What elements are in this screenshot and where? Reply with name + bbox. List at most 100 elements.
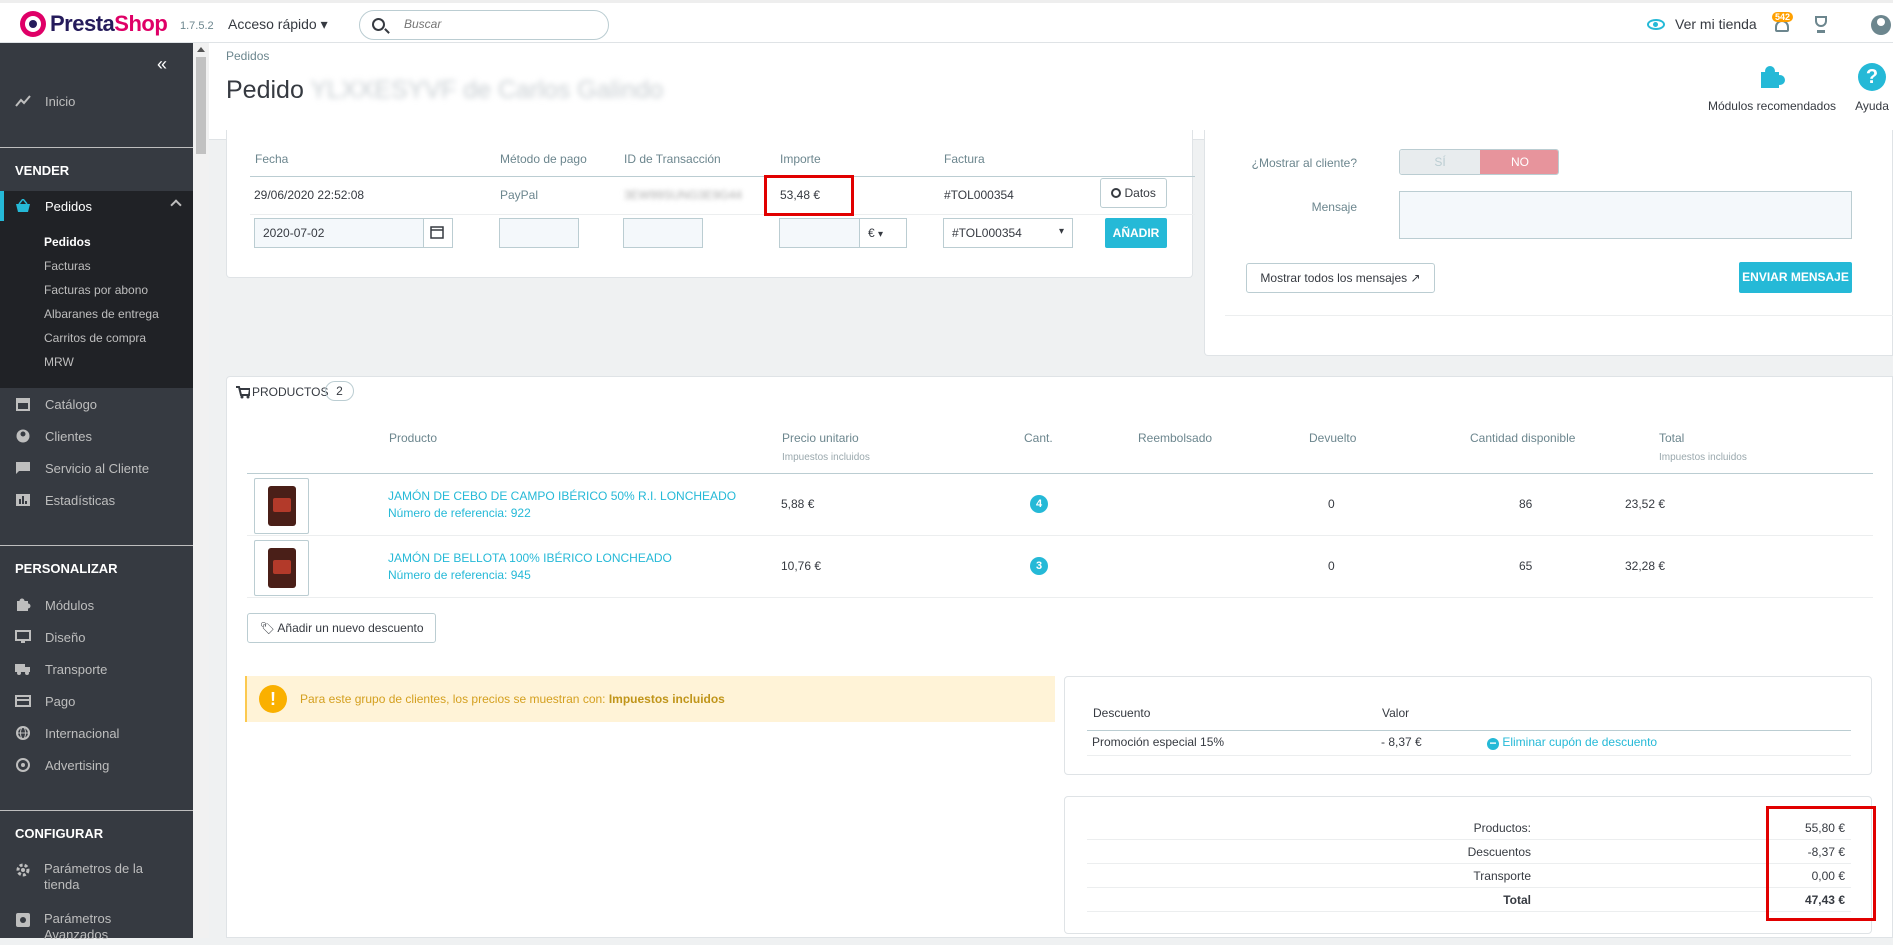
prestashop-logo[interactable]: PrestaShop bbox=[20, 11, 168, 37]
sidebar-item-clientes[interactable]: Clientes bbox=[0, 424, 193, 448]
message-textarea[interactable] bbox=[1399, 191, 1852, 239]
payment-metodo: PayPal bbox=[500, 188, 539, 202]
show-all-messages-label: Mostrar todos los mensajes bbox=[1260, 271, 1408, 285]
payment-transaccion: 3EW99SUNG3E9G44 bbox=[624, 188, 743, 202]
sidebar-item-advertising[interactable]: Advertising bbox=[0, 753, 193, 777]
totals-descuentos-label: Descuentos bbox=[1467, 845, 1531, 859]
show-customer-label: ¿Mostrar al cliente? bbox=[1251, 156, 1357, 170]
col-valor: Valor bbox=[1382, 706, 1410, 720]
sidebar-sub-facturas[interactable]: Facturas bbox=[44, 259, 91, 273]
sidebar-item-parametros-tienda[interactable]: Parámetros de la tienda bbox=[15, 861, 185, 895]
col-precio-sub: Impuestos incluidos bbox=[782, 452, 870, 463]
sidebar-item-label: Inicio bbox=[45, 93, 76, 109]
payment-amount-input[interactable] bbox=[779, 218, 861, 248]
view-store-label: Ver mi tienda bbox=[1675, 16, 1757, 32]
payment-card: Fecha Método de pago ID de Transacción I… bbox=[226, 130, 1195, 278]
chevron-down-icon: ▾ bbox=[878, 229, 884, 240]
product-qty-badge: 3 bbox=[1030, 557, 1048, 575]
sidebar-item-servicio[interactable]: Servicio al Cliente bbox=[0, 456, 193, 480]
sidebar-item-parametros-avanzados[interactable]: Parámetros Avanzados bbox=[15, 911, 185, 945]
currency-select[interactable]: € ▾ bbox=[859, 218, 907, 248]
search-icon bbox=[372, 18, 385, 31]
sidebar-item-catalogo[interactable]: Catálogo bbox=[0, 392, 193, 416]
collapse-sidebar-icon[interactable]: « bbox=[157, 54, 167, 75]
totals-transporte-label: Transporte bbox=[1473, 869, 1531, 883]
sidebar-item-label-line2: tienda bbox=[44, 877, 80, 892]
divider bbox=[0, 545, 193, 546]
remove-discount-link[interactable]: − Eliminar cupón de descuento bbox=[1487, 735, 1657, 750]
col-precio: Precio unitario bbox=[782, 431, 859, 445]
col-descuento: Descuento bbox=[1093, 706, 1151, 720]
sidebar-sub-albaranes[interactable]: Albaranes de entrega bbox=[44, 307, 159, 321]
send-message-button[interactable]: ENVIAR MENSAJE bbox=[1739, 262, 1852, 293]
col-cant: Cant. bbox=[1024, 431, 1053, 445]
totals-productos-label: Productos: bbox=[1473, 821, 1531, 835]
bar-chart-icon bbox=[15, 493, 31, 507]
add-discount-label: Añadir un nuevo descuento bbox=[277, 621, 424, 635]
sidebar-sub-mrw[interactable]: MRW bbox=[44, 355, 74, 369]
messages-card: ¿Mostrar al cliente? SÍ NO Mensaje Mostr… bbox=[1204, 130, 1893, 356]
sidebar-scrollbar[interactable] bbox=[193, 43, 209, 938]
search-box[interactable] bbox=[359, 10, 609, 40]
sidebar: « Inicio VENDER Pedidos Pedidos Facturas… bbox=[0, 43, 193, 942]
help-button[interactable]: ? Ayuda bbox=[1852, 63, 1892, 113]
toggle-si[interactable]: SÍ bbox=[1400, 150, 1480, 174]
sidebar-sub-pedidos[interactable]: Pedidos bbox=[44, 235, 91, 249]
product-available: 86 bbox=[1519, 497, 1533, 511]
view-store-link[interactable]: Ver mi tienda bbox=[1647, 16, 1757, 32]
sidebar-item-transporte[interactable]: Transporte bbox=[0, 657, 193, 681]
sidebar-item-inicio[interactable]: Inicio bbox=[0, 89, 193, 113]
trophy-icon[interactable] bbox=[1812, 15, 1830, 35]
add-discount-button[interactable]: 🏷 Añadir un nuevo descuento bbox=[247, 613, 436, 643]
col-total-sub: Impuestos incluidos bbox=[1659, 452, 1747, 463]
product-name-link[interactable]: JAMÓN DE CEBO DE CAMPO IBÉRICO 50% R.I. … bbox=[388, 489, 736, 503]
col-reembolsado: Reembolsado bbox=[1138, 431, 1213, 445]
version-label: 1.7.5.2 bbox=[180, 20, 214, 32]
eye-icon bbox=[1647, 18, 1665, 30]
col-metodo: Método de pago bbox=[500, 152, 587, 166]
tax-info-alert: ! Para este grupo de clientes, los preci… bbox=[245, 676, 1055, 722]
chevron-down-icon: ▾ bbox=[1058, 226, 1064, 237]
sidebar-sub-facturas-abono[interactable]: Facturas por abono bbox=[44, 283, 148, 297]
user-avatar-icon[interactable] bbox=[1871, 15, 1891, 35]
logo-text-post: Shop bbox=[114, 11, 168, 36]
product-image[interactable] bbox=[254, 540, 309, 596]
highlight-importe bbox=[764, 175, 854, 216]
sidebar-item-modulos[interactable]: Módulos bbox=[0, 593, 193, 617]
payment-transaction-input[interactable] bbox=[623, 218, 703, 248]
col-disponible: Cantidad disponible bbox=[1470, 431, 1576, 445]
add-payment-button[interactable]: AÑADIR bbox=[1105, 218, 1167, 248]
product-name-link[interactable]: JAMÓN DE BELLOTA 100% IBÉRICO LONCHEADO bbox=[388, 551, 672, 565]
top-bar: PrestaShop 1.7.5.2 Acceso rápido ▾ Ver m… bbox=[0, 0, 1893, 43]
calendar-icon[interactable] bbox=[423, 218, 453, 248]
totals-card: Productos: 55,80 € Descuentos -8,37 € Tr… bbox=[1064, 796, 1872, 934]
globe-icon bbox=[15, 726, 31, 740]
sidebar-item-diseno[interactable]: Diseño bbox=[0, 625, 193, 649]
payment-details-button[interactable]: Datos bbox=[1100, 178, 1167, 208]
invoice-select[interactable]: #TOL000354 ▾ bbox=[943, 218, 1073, 248]
products-title: PRODUCTOS bbox=[252, 385, 329, 399]
recommended-modules-button[interactable]: Módulos recomendados bbox=[1702, 63, 1842, 113]
payment-date-input[interactable]: 2020-07-02 bbox=[254, 218, 424, 248]
page-header: Pedidos Pedido YLXXESYVF de Carlos Galin… bbox=[209, 43, 1893, 140]
payment-method-input[interactable] bbox=[499, 218, 579, 248]
settings-box-icon bbox=[15, 913, 31, 930]
show-customer-toggle[interactable]: SÍ NO bbox=[1399, 149, 1559, 175]
show-all-messages-button[interactable]: Mostrar todos los mensajes ↗ bbox=[1246, 263, 1435, 293]
breadcrumb[interactable]: Pedidos bbox=[226, 49, 269, 63]
toggle-no[interactable]: NO bbox=[1480, 150, 1558, 174]
totals-total-label: Total bbox=[1503, 893, 1531, 907]
product-image[interactable] bbox=[254, 478, 309, 534]
sidebar-sub-carritos[interactable]: Carritos de compra bbox=[44, 331, 146, 345]
highlight-totals bbox=[1766, 806, 1876, 921]
remove-discount-label: Eliminar cupón de descuento bbox=[1502, 735, 1658, 749]
sidebar-item-label: Catálogo bbox=[45, 396, 98, 412]
sidebar-item-internacional[interactable]: Internacional bbox=[0, 721, 193, 745]
products-count-badge: 2 bbox=[325, 381, 354, 401]
sidebar-item-estadisticas[interactable]: Estadísticas bbox=[0, 488, 193, 512]
sidebar-item-pedidos[interactable]: Pedidos bbox=[0, 194, 193, 218]
quick-access-dropdown[interactable]: Acceso rápido ▾ bbox=[228, 16, 328, 33]
product-ref: Número de referencia: 945 bbox=[388, 568, 531, 582]
sidebar-item-pago[interactable]: Pago bbox=[0, 689, 193, 713]
search-input[interactable] bbox=[404, 17, 594, 31]
